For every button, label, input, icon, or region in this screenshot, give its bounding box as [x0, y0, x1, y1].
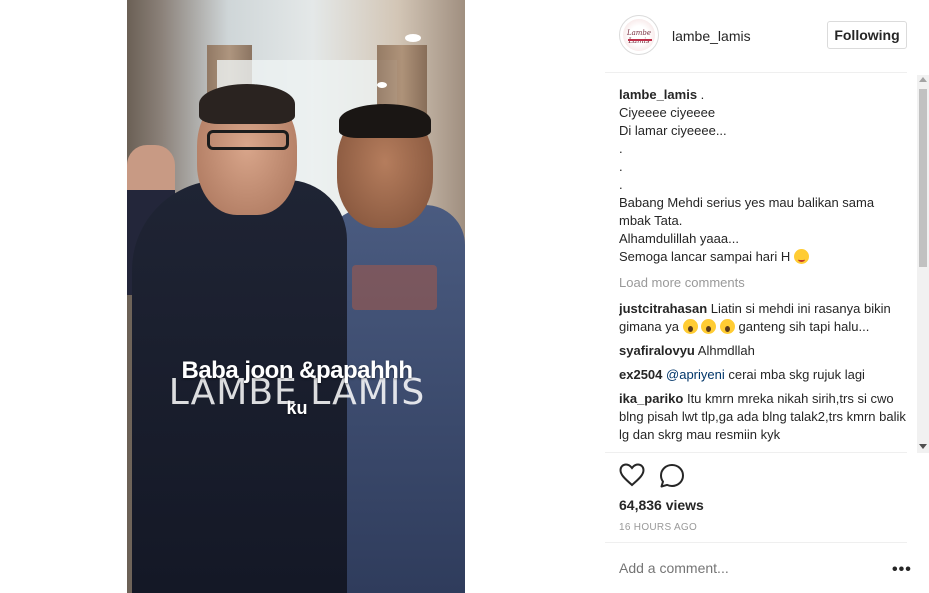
wink-kiss-emoji-icon: [793, 249, 809, 264]
ceiling-light: [405, 34, 421, 42]
comment: syafiralovyu Alhmdllah: [619, 342, 909, 360]
caption-line: .: [619, 177, 623, 192]
ceiling-light: [377, 82, 387, 88]
caption-line: .: [619, 141, 623, 156]
avatar-logo-text: Lambe Lamis: [626, 29, 652, 45]
comments-scrollbar[interactable]: [917, 75, 929, 453]
add-comment-input[interactable]: [619, 560, 869, 576]
caption-line: Ciyeeee ciyeeee: [619, 105, 716, 120]
mention-link[interactable]: @apriyeni: [666, 367, 725, 382]
person-right-hair: [339, 104, 431, 138]
scream-emoji-icon: [701, 319, 717, 334]
post-header: Lambe Lamis lambe_lamis Following: [605, 0, 907, 73]
caption-line: Di lamar ciyeeee...: [619, 123, 727, 138]
scream-emoji-icon: [719, 319, 735, 334]
comment: ika_pariko Itu kmrn mreka nikah sirih,tr…: [619, 390, 909, 444]
comment: justcitrahasan Liatin si mehdi ini rasan…: [619, 300, 909, 336]
caption: lambe_lamis . Ciyeeee ciyeeee Di lamar c…: [619, 86, 909, 266]
shirt-print: [352, 265, 437, 310]
caption-line-text: Semoga lancar sampai hari H: [619, 249, 791, 264]
like-button[interactable]: [619, 463, 647, 491]
caption-line: .: [700, 87, 705, 102]
avatar[interactable]: Lambe Lamis: [619, 15, 659, 55]
heart-icon: [619, 463, 645, 487]
video-overlay-subtext: ku: [286, 398, 308, 418]
comment-username-link[interactable]: syafiralovyu: [619, 343, 695, 358]
caption-line: .: [619, 159, 623, 174]
comment-username-link[interactable]: justcitrahasan: [619, 301, 707, 316]
avatar-logo-line: [628, 39, 652, 41]
comments-list[interactable]: lambe_lamis . Ciyeeee ciyeeee Di lamar c…: [619, 86, 909, 452]
load-more-comments-link[interactable]: Load more comments: [619, 274, 909, 292]
following-button[interactable]: Following: [827, 21, 907, 49]
post-sidebar: Lambe Lamis lambe_lamis Following lambe_…: [605, 0, 929, 593]
comment-button[interactable]: [659, 463, 687, 491]
video-player[interactable]: LAMBE LAMIS Baba joon &papahhh ku: [127, 0, 465, 593]
comment-username-link[interactable]: ex2504: [619, 367, 662, 382]
comment-text: ganteng sih tapi halu...: [738, 319, 870, 334]
view-count[interactable]: 64,836 views: [619, 497, 704, 513]
caption-line: Semoga lancar sampai hari H: [619, 248, 909, 266]
more-options-icon[interactable]: •••: [892, 561, 912, 579]
glasses: [207, 130, 289, 150]
post-timestamp[interactable]: 16 HOURS AGO: [619, 522, 697, 533]
person-left-hair: [199, 84, 295, 124]
scrollbar-thumb[interactable]: [919, 89, 927, 267]
comment-username-link[interactable]: ika_pariko: [619, 391, 683, 406]
caption-line: Alhamdulillah yaaa...: [619, 231, 739, 246]
comment: ex2504 @apriyeni cerai mba skg rujuk lag…: [619, 366, 909, 384]
post-actions: 64,836 views 16 HOURS AGO: [605, 452, 907, 542]
scroll-down-arrow-icon[interactable]: [919, 444, 927, 449]
comment-text: Alhmdllah: [697, 343, 755, 358]
scroll-up-arrow-icon[interactable]: [919, 77, 927, 82]
header-username-link[interactable]: lambe_lamis: [672, 28, 751, 44]
caption-line: Babang Mehdi serius yes mau balikan sama…: [619, 195, 875, 228]
add-comment-bar: •••: [605, 542, 911, 593]
comment-text: cerai mba skg rujuk lagi: [728, 367, 865, 382]
scream-emoji-icon: [682, 319, 698, 334]
caption-username-link[interactable]: lambe_lamis: [619, 87, 697, 102]
video-overlay-text: Baba joon &papahhh: [181, 357, 414, 384]
comment-bubble-icon: [660, 464, 684, 488]
